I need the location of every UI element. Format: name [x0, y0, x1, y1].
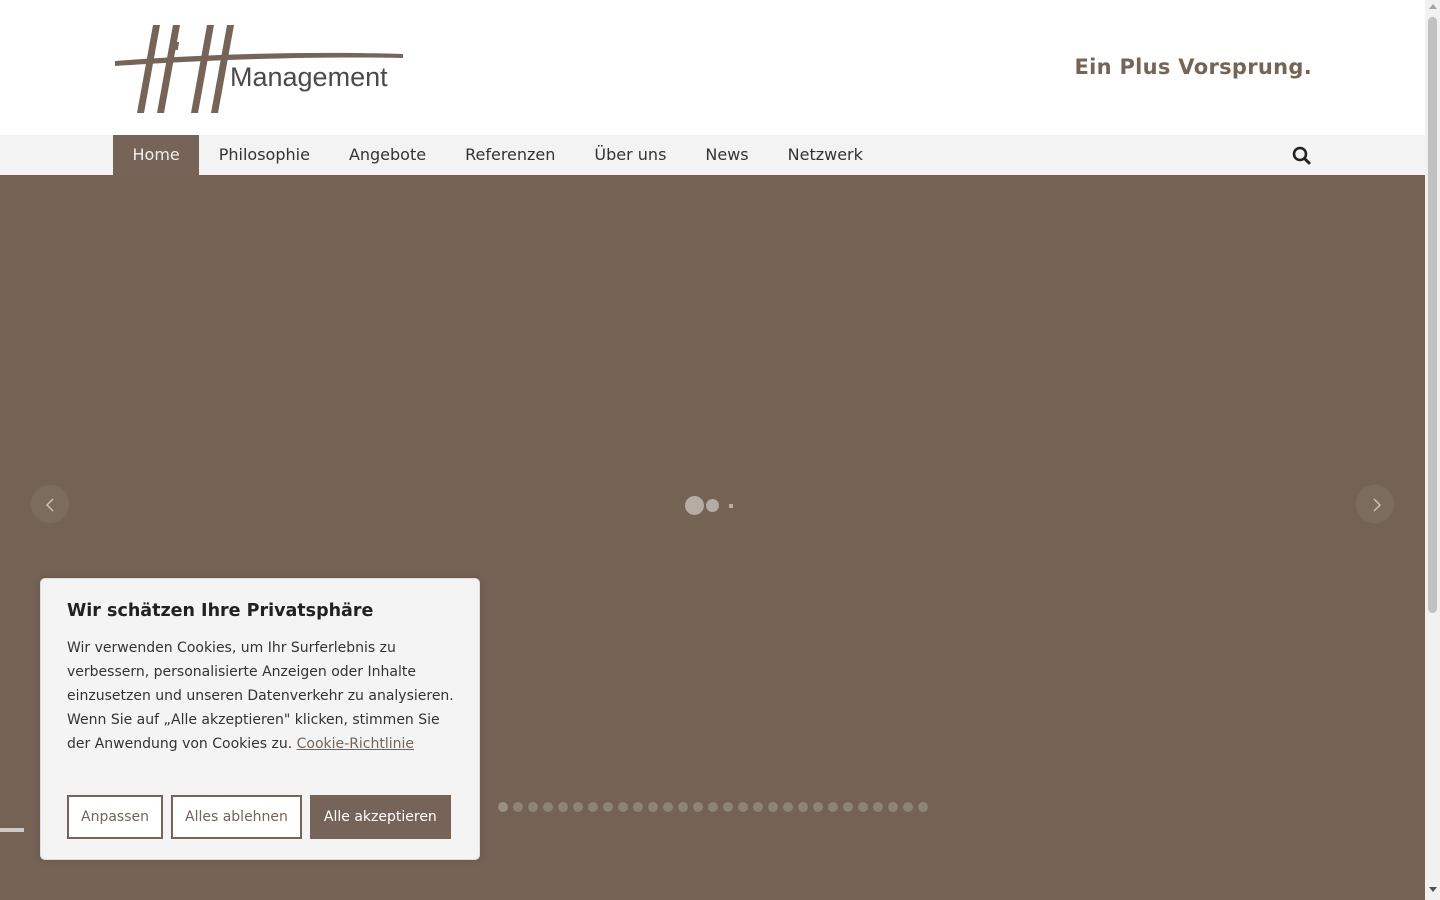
slider-dot[interactable]	[513, 802, 523, 812]
search-icon[interactable]	[1291, 145, 1313, 167]
nav-item-ueber-uns[interactable]: Über uns	[575, 135, 686, 175]
slider-dot[interactable]	[603, 802, 613, 812]
loading-indicator	[685, 495, 745, 515]
slider-dot[interactable]	[768, 802, 778, 812]
slider-dot[interactable]	[618, 802, 628, 812]
side-tab[interactable]	[0, 828, 24, 832]
slider-dot[interactable]	[723, 802, 733, 812]
site-header: Management Ein Plus Vorsprung.	[0, 0, 1425, 135]
slider-dot[interactable]	[798, 802, 808, 812]
slider-dot[interactable]	[573, 802, 583, 812]
slider-dot[interactable]	[738, 802, 748, 812]
slider-dot[interactable]	[663, 802, 673, 812]
scroll-up-icon[interactable]	[1429, 4, 1437, 9]
cookie-buttons: Anpassen Alles ablehnen Alle akzeptieren	[67, 795, 451, 839]
slider-dot[interactable]	[843, 802, 853, 812]
nav-item-home[interactable]: Home	[113, 135, 200, 175]
cookie-accept-button[interactable]: Alle akzeptieren	[309, 795, 451, 839]
slider-dot[interactable]	[888, 802, 898, 812]
nav-item-referenzen[interactable]: Referenzen	[446, 135, 575, 175]
slider-dot[interactable]	[873, 802, 883, 812]
slider-dot[interactable]	[813, 802, 823, 812]
slider-dot[interactable]	[648, 802, 658, 812]
slider-dot[interactable]	[693, 802, 703, 812]
slider-dot[interactable]	[528, 802, 538, 812]
nav-item-netzwerk[interactable]: Netzwerk	[768, 135, 882, 175]
main-navigation: Home Philosophie Angebote Referenzen Übe…	[0, 135, 1425, 175]
chevron-right-icon	[1373, 498, 1381, 512]
scroll-down-icon[interactable]	[1429, 887, 1437, 892]
cookie-description: Wir verwenden Cookies, um Ihr Surferlebn…	[67, 636, 457, 756]
slider-dot[interactable]	[543, 802, 553, 812]
logo-wordmark: Management	[230, 62, 388, 92]
slider-dot[interactable]	[918, 802, 928, 812]
cookie-consent-dialog: Wir schätzen Ihre Privatsphäre Wir verwe…	[40, 578, 480, 860]
cookie-policy-link[interactable]: Cookie-Richtlinie	[297, 736, 414, 752]
slider-dot[interactable]	[708, 802, 718, 812]
nav-item-philosophie[interactable]: Philosophie	[199, 135, 329, 175]
slider-dot[interactable]	[498, 802, 508, 812]
slider-dot[interactable]	[678, 802, 688, 812]
cookie-customize-button[interactable]: Anpassen	[67, 795, 163, 839]
nav-menu: Home Philosophie Angebote Referenzen Übe…	[113, 135, 882, 175]
page-scrollbar[interactable]	[1425, 0, 1440, 900]
scrollbar-thumb[interactable]	[1428, 17, 1437, 613]
slider-dot[interactable]	[588, 802, 598, 812]
slider-prev-button[interactable]	[30, 484, 70, 524]
slider-dot[interactable]	[633, 802, 643, 812]
slider-dot[interactable]	[783, 802, 793, 812]
slider-dot[interactable]	[828, 802, 838, 812]
nav-item-news[interactable]: News	[686, 135, 768, 175]
slider-pagination	[498, 802, 928, 812]
slider-dot[interactable]	[753, 802, 763, 812]
cookie-reject-button[interactable]: Alles ablehnen	[171, 795, 302, 839]
slider-next-button[interactable]	[1355, 484, 1395, 524]
slider-dot[interactable]	[558, 802, 568, 812]
cookie-title: Wir schätzen Ihre Privatsphäre	[67, 601, 374, 621]
site-tagline: Ein Plus Vorsprung.	[1074, 55, 1312, 79]
brand-logo[interactable]: Management	[113, 20, 405, 116]
nav-item-angebote[interactable]: Angebote	[329, 135, 445, 175]
slider-dot[interactable]	[903, 802, 913, 812]
chevron-left-icon	[46, 498, 54, 512]
slider-dot[interactable]	[858, 802, 868, 812]
